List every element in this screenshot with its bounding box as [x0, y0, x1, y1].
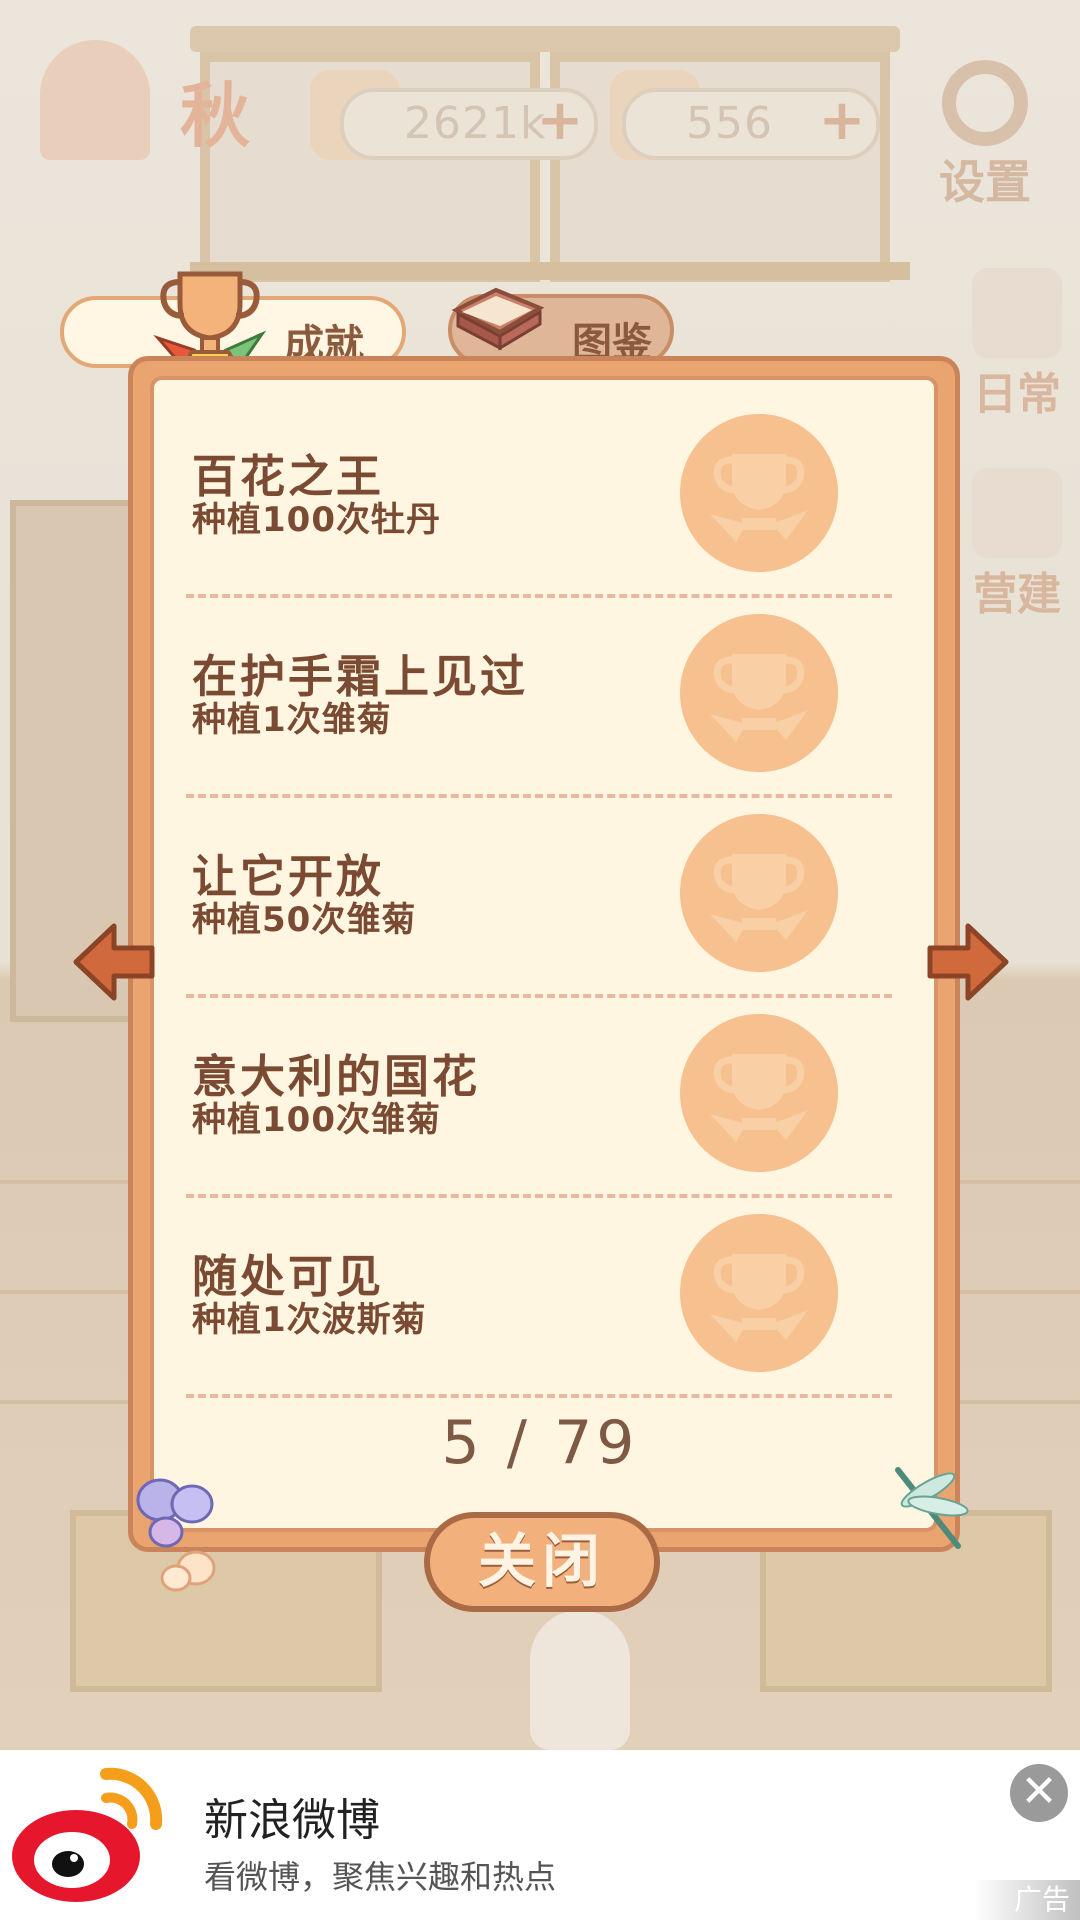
- row-divider: [186, 594, 892, 598]
- trophy-medal-icon: [680, 614, 838, 772]
- add-cheese-button[interactable]: +: [818, 93, 866, 149]
- fish-currency-value: 2621k: [404, 98, 547, 149]
- ad-tag: 广告: [974, 1880, 1080, 1920]
- trophy-medal-icon: [680, 814, 838, 972]
- season-label: 秋: [180, 75, 250, 157]
- season-indicator: 秋: [40, 40, 280, 160]
- book-icon: [451, 287, 545, 351]
- trophy-medal-icon: [680, 1214, 838, 1372]
- row-divider: [186, 794, 892, 798]
- daily-notes-icon: [972, 268, 1062, 358]
- wall-shelf-plank: [190, 262, 910, 280]
- row-divider: [186, 1194, 892, 1198]
- daily-label: 日常: [973, 369, 1061, 420]
- settings-label: 设置: [939, 155, 1031, 209]
- row-divider: [186, 1394, 892, 1398]
- ad-title: 新浪微博: [204, 1795, 380, 1846]
- settings-button[interactable]: 设置: [925, 60, 1045, 209]
- butterfly-icon: [136, 1478, 216, 1592]
- close-button[interactable]: 关闭: [424, 1512, 660, 1612]
- fish-currency-pill: 2621k +: [340, 88, 598, 160]
- ad-subtitle: 看微博，聚焦兴趣和热点: [204, 1858, 557, 1896]
- row-divider: [186, 994, 892, 998]
- achievement-row: 让它开放 种植50次雏菊: [190, 814, 890, 1020]
- achievement-row: 随处可见 种植1次波斯菊: [190, 1214, 890, 1420]
- wall-shelf-top: [190, 26, 900, 52]
- bunny-character: [530, 1610, 630, 1750]
- achievement-row: 意大利的国花 种植100次雏菊: [190, 1014, 890, 1220]
- cheese-currency-pill: 556 +: [622, 88, 880, 160]
- achievement-description: 种植50次雏菊: [192, 900, 417, 940]
- achievement-description: 种植100次雏菊: [192, 1100, 441, 1140]
- build-button[interactable]: 营建: [962, 468, 1072, 620]
- build-label: 营建: [973, 569, 1061, 620]
- achievement-description: 种植1次波斯菊: [192, 1300, 427, 1340]
- cheese-currency-value: 556: [686, 98, 773, 149]
- dragonfly-icon: [895, 1467, 969, 1549]
- next-page-arrow-icon[interactable]: [924, 920, 1012, 1004]
- trophy-medal-icon: [680, 414, 838, 572]
- weibo-logo-icon: [12, 1767, 163, 1902]
- achievement-row: 在护手霜上见过 种植1次雏菊: [190, 614, 890, 820]
- ad-close-button[interactable]: ✕: [1010, 1764, 1068, 1822]
- add-fish-button[interactable]: +: [536, 93, 584, 149]
- build-hammer-icon: [972, 468, 1062, 558]
- achievement-description: 种植1次雏菊: [192, 700, 392, 740]
- achievement-description: 种植100次牡丹: [192, 500, 441, 540]
- previous-page-arrow-icon[interactable]: [70, 920, 158, 1004]
- achievement-row: 百花之王 种植100次牡丹: [190, 414, 890, 620]
- daily-button[interactable]: 日常: [962, 268, 1072, 420]
- gear-icon: [942, 60, 1028, 146]
- trophy-medal-icon: [680, 1014, 838, 1172]
- wall-shelf-right: [550, 52, 890, 282]
- tree-icon: [40, 40, 150, 160]
